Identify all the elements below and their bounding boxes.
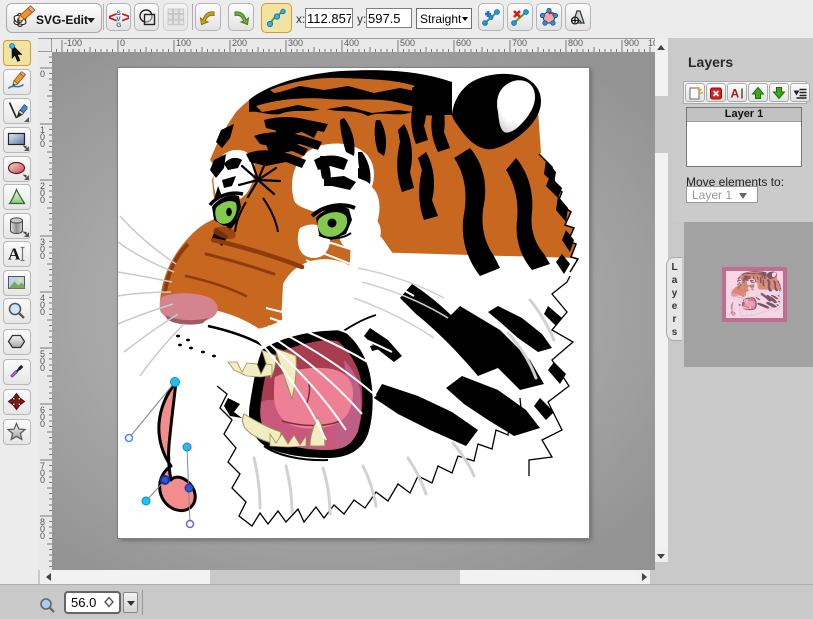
svg-text:400: 400 bbox=[344, 38, 359, 48]
svg-text:0: 0 bbox=[40, 69, 45, 79]
svg-text:600: 600 bbox=[40, 405, 45, 429]
svg-text:A: A bbox=[8, 245, 21, 264]
svg-text:500: 500 bbox=[40, 349, 45, 373]
svg-text:900: 900 bbox=[624, 38, 639, 48]
svg-text:300: 300 bbox=[40, 237, 45, 261]
svg-text:G: G bbox=[116, 22, 121, 27]
svg-text:100: 100 bbox=[648, 38, 655, 48]
svg-text:0: 0 bbox=[120, 38, 125, 48]
svg-text:A: A bbox=[731, 86, 740, 100]
svg-text:500: 500 bbox=[400, 38, 415, 48]
svg-text:700: 700 bbox=[512, 38, 527, 48]
svg-text:100: 100 bbox=[40, 125, 45, 149]
svg-text:100: 100 bbox=[176, 38, 191, 48]
svg-text:600: 600 bbox=[456, 38, 471, 48]
svg-text:200: 200 bbox=[232, 38, 247, 48]
svg-text:200: 200 bbox=[40, 181, 45, 205]
svg-text:>: > bbox=[121, 10, 129, 27]
svg-text:300: 300 bbox=[288, 38, 303, 48]
svg-text:-100: -100 bbox=[64, 38, 82, 48]
svg-text:800: 800 bbox=[568, 38, 583, 48]
svg-text:400: 400 bbox=[40, 293, 45, 317]
svg-text:700: 700 bbox=[40, 461, 45, 485]
svg-text:800: 800 bbox=[40, 517, 45, 541]
